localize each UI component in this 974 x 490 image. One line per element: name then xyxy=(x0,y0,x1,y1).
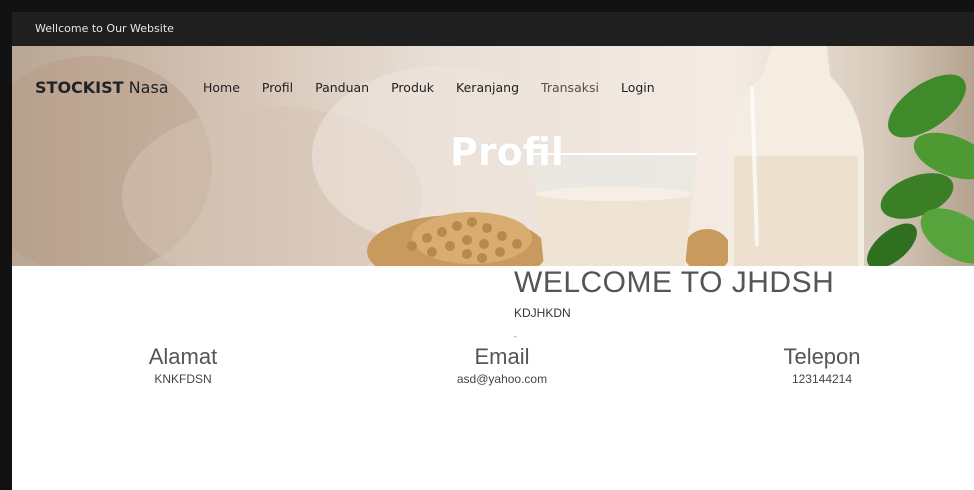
nav-item-transaksi[interactable]: Transaksi xyxy=(541,80,599,95)
milk-bottle xyxy=(728,46,864,266)
nav-item-profil[interactable]: Profil xyxy=(262,80,293,95)
hero-title: Profil xyxy=(450,130,564,174)
address-value: KNKFDSN xyxy=(154,372,212,386)
welcome-heading: WELCOME TO JHDSH xyxy=(514,266,835,299)
phone-block: Telepon 123144214 xyxy=(712,344,932,386)
brand-strong: STOCKIST xyxy=(35,78,124,97)
nav-item-keranjang[interactable]: Keranjang xyxy=(456,80,519,95)
phone-title: Telepon xyxy=(783,344,861,369)
nav-item-produk[interactable]: Produk xyxy=(391,80,434,95)
email-title: Email xyxy=(474,344,530,369)
nav-item-login[interactable]: Login xyxy=(621,80,655,95)
address-title: Alamat xyxy=(148,344,218,369)
address-block: Alamat KNKFDSN xyxy=(73,344,293,386)
green-leaves xyxy=(867,74,974,266)
welcome-subheading: KDJHKDN xyxy=(514,306,571,320)
window-border-top xyxy=(0,0,974,12)
email-block: Email asd@yahoo.com xyxy=(392,344,612,386)
hero-banner: STOCKIST Nasa Home Profil Panduan Produk… xyxy=(12,46,974,266)
welcome-text: Wellcome to Our Website xyxy=(35,22,174,35)
top-info-bar: Wellcome to Our Website xyxy=(12,12,974,46)
brand-logo[interactable]: STOCKIST Nasa xyxy=(35,78,169,97)
phone-value: 123144214 xyxy=(791,372,853,386)
brand-light: Nasa xyxy=(123,78,169,97)
nav-item-home[interactable]: Home xyxy=(203,80,240,95)
window-border-left xyxy=(0,0,12,490)
separator-text: - xyxy=(514,332,517,341)
email-value: asd@yahoo.com xyxy=(456,372,548,386)
nav-item-panduan[interactable]: Panduan xyxy=(315,80,369,95)
main-nav: Home Profil Panduan Produk Keranjang Tra… xyxy=(203,80,677,95)
